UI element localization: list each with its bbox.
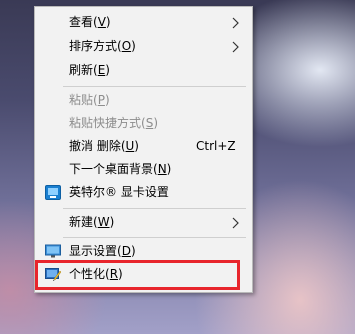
menu-item-paste-shortcut[interactable]: 粘贴快捷方式(S) [35, 113, 252, 134]
menu-item-label: 粘贴(P) [69, 93, 110, 107]
menu-item-shortcut: Ctrl+Z [196, 139, 236, 153]
menu-item-label: 英特尔® 显卡设置 [69, 185, 169, 199]
menu-item-label: 刷新(E) [69, 63, 110, 77]
menu-item-next-desktop-background[interactable]: 下一个桌面背景(N) [35, 159, 252, 180]
menu-item-display-settings[interactable]: 显示设置(D) [35, 241, 252, 262]
menu-item-new[interactable]: 新建(W) [35, 212, 252, 233]
menu-item-label: 撤消 删除(U) [69, 139, 139, 153]
menu-item-refresh[interactable]: 刷新(E) [35, 60, 252, 81]
chevron-right-icon [232, 41, 239, 53]
menu-item-sort-by[interactable]: 排序方式(O) [35, 36, 252, 57]
menu-item-undo-delete[interactable]: 撤消 删除(U) Ctrl+Z [35, 136, 252, 157]
menu-item-label: 新建(W) [69, 215, 115, 229]
menu-item-label: 显示设置(D) [69, 244, 136, 258]
chevron-right-icon [232, 217, 239, 229]
menu-item-paste[interactable]: 粘贴(P) [35, 90, 252, 111]
menu-item-label: 排序方式(O) [69, 39, 136, 53]
menu-item-label: 粘贴快捷方式(S) [69, 116, 158, 130]
chevron-right-icon [232, 17, 239, 29]
menu-separator [63, 208, 246, 209]
menu-separator [63, 86, 246, 87]
desktop-context-menu: 查看(V) 排序方式(O) 刷新(E) 粘贴(P) 粘贴快捷方式(S) 撤消 删… [34, 6, 253, 293]
highlight-box [35, 260, 240, 290]
menu-separator [63, 237, 246, 238]
menu-item-label: 查看(V) [69, 15, 111, 29]
menu-item-label: 下一个桌面背景(N) [69, 162, 172, 176]
menu-item-view[interactable]: 查看(V) [35, 12, 252, 33]
menu-item-intel-graphics-settings[interactable]: 英特尔® 显卡设置 [35, 182, 252, 203]
display-settings-icon [45, 244, 61, 258]
intel-graphics-icon [45, 185, 61, 200]
